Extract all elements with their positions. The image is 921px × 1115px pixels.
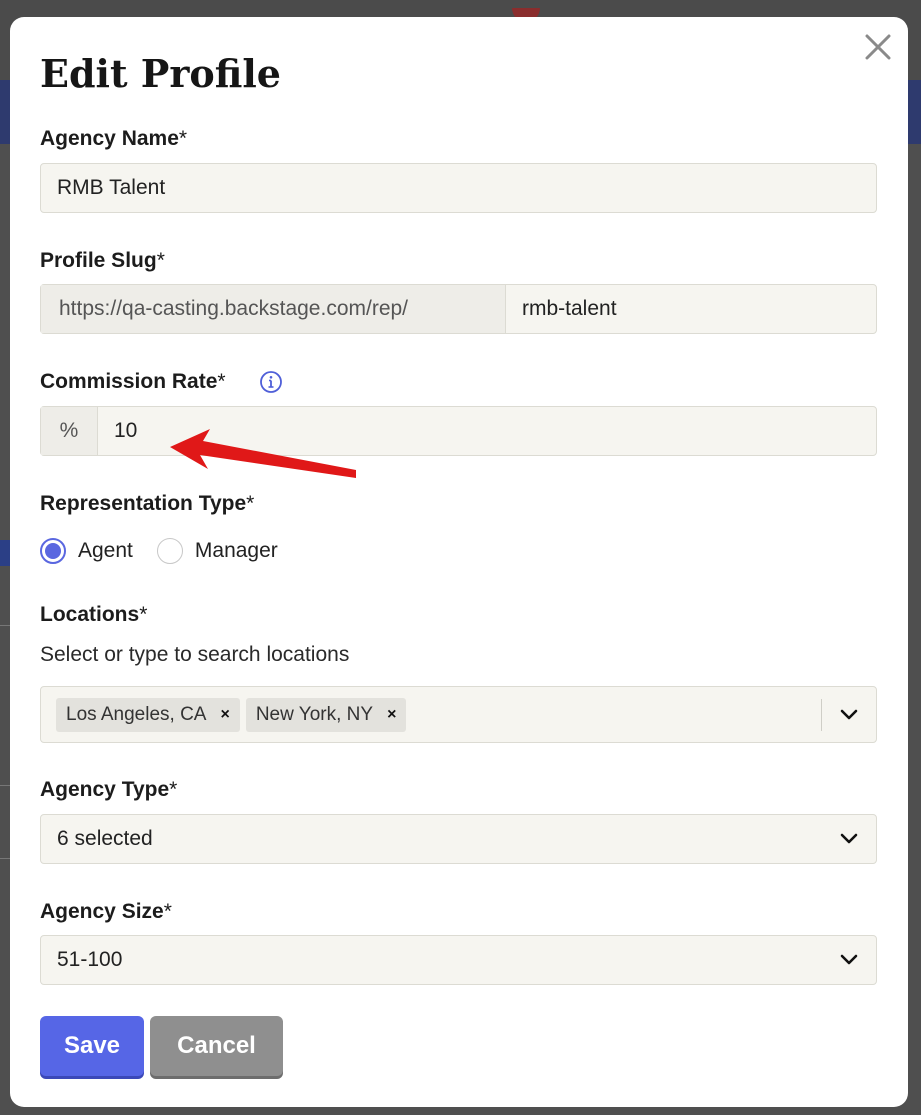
profile-slug-label-text: Profile Slug [40,249,157,272]
profile-slug-label: Profile Slug* [40,249,165,273]
chevron-down-icon[interactable] [838,704,860,726]
commission-rate-label-text: Commission Rate [40,370,218,393]
location-chip: Los Angeles, CA × [56,697,240,732]
manager-radio[interactable] [156,538,183,564]
profile-slug-value: rmb-talent [522,297,617,320]
chevron-down-icon [840,833,858,844]
agency-type-select[interactable]: 6 selected [40,814,877,864]
required-mark: * [163,900,172,923]
cancel-button[interactable]: Cancel [150,1016,283,1076]
profile-slug-input[interactable]: https://qa-casting.backstage.com/rep/ rm… [40,284,877,334]
agency-name-label-text: Agency Name [40,127,179,150]
locations-multiselect[interactable]: Los Angeles, CA × New York, NY × [40,686,877,743]
close-icon[interactable] [862,31,894,63]
representation-type-label-text: Representation Type [40,492,247,515]
agent-radio-label[interactable]: Agent [78,539,133,563]
agency-type-label: Agency Type* [40,778,177,802]
location-chip: New York, NY × [245,697,407,732]
location-chip-label: Los Angeles, CA [66,703,207,725]
agency-name-value: RMB Talent [57,176,166,199]
profile-slug-prefix: https://qa-casting.backstage.com/rep/ [41,285,506,333]
locations-label: Locations* [40,603,147,627]
manager-radio-label[interactable]: Manager [195,539,278,563]
locations-helper-text: Select or type to search locations [40,643,350,666]
remove-chip-icon[interactable]: × [220,706,229,724]
agency-type-value: 6 selected [57,827,153,850]
agency-size-select[interactable]: 51-100 [40,935,877,985]
required-mark: * [169,778,178,801]
modal-title: Edit Profile [40,51,281,96]
edit-profile-modal: Edit Profile Agency Name* RMB Talent Pro… [10,17,908,1107]
annotation-arrow-icon [170,429,356,478]
commission-rate-input[interactable]: % 10 [40,406,877,456]
required-mark: * [246,492,255,515]
representation-type-radio-group: Agent Manager [40,538,302,564]
agent-radio[interactable] [40,538,66,564]
agency-size-label: Agency Size* [40,900,172,924]
required-mark: * [217,370,226,393]
commission-rate-label: Commission Rate* [40,370,226,394]
dropdown-separator [821,699,822,731]
required-mark: * [156,249,165,272]
location-chip-label: New York, NY [255,703,374,725]
background-divider [0,858,10,859]
agency-size-value: 51-100 [57,948,123,971]
remove-chip-icon[interactable]: × [387,706,396,724]
representation-type-label: Representation Type* [40,492,254,516]
chevron-down-icon [840,954,858,965]
save-button[interactable]: Save [40,1016,144,1076]
background-divider [0,785,10,786]
locations-label-text: Locations [40,603,140,626]
percent-prefix: % [41,407,98,455]
agency-type-label-text: Agency Type [40,778,170,801]
commission-rate-value: 10 [114,419,138,442]
info-icon[interactable] [259,370,283,394]
background-divider [0,625,10,626]
agency-name-label: Agency Name* [40,127,187,151]
agency-name-input[interactable]: RMB Talent [40,163,877,213]
background-badge [0,540,10,566]
required-mark: * [139,603,148,626]
agency-size-label-text: Agency Size [40,900,164,923]
required-mark: * [178,127,188,150]
